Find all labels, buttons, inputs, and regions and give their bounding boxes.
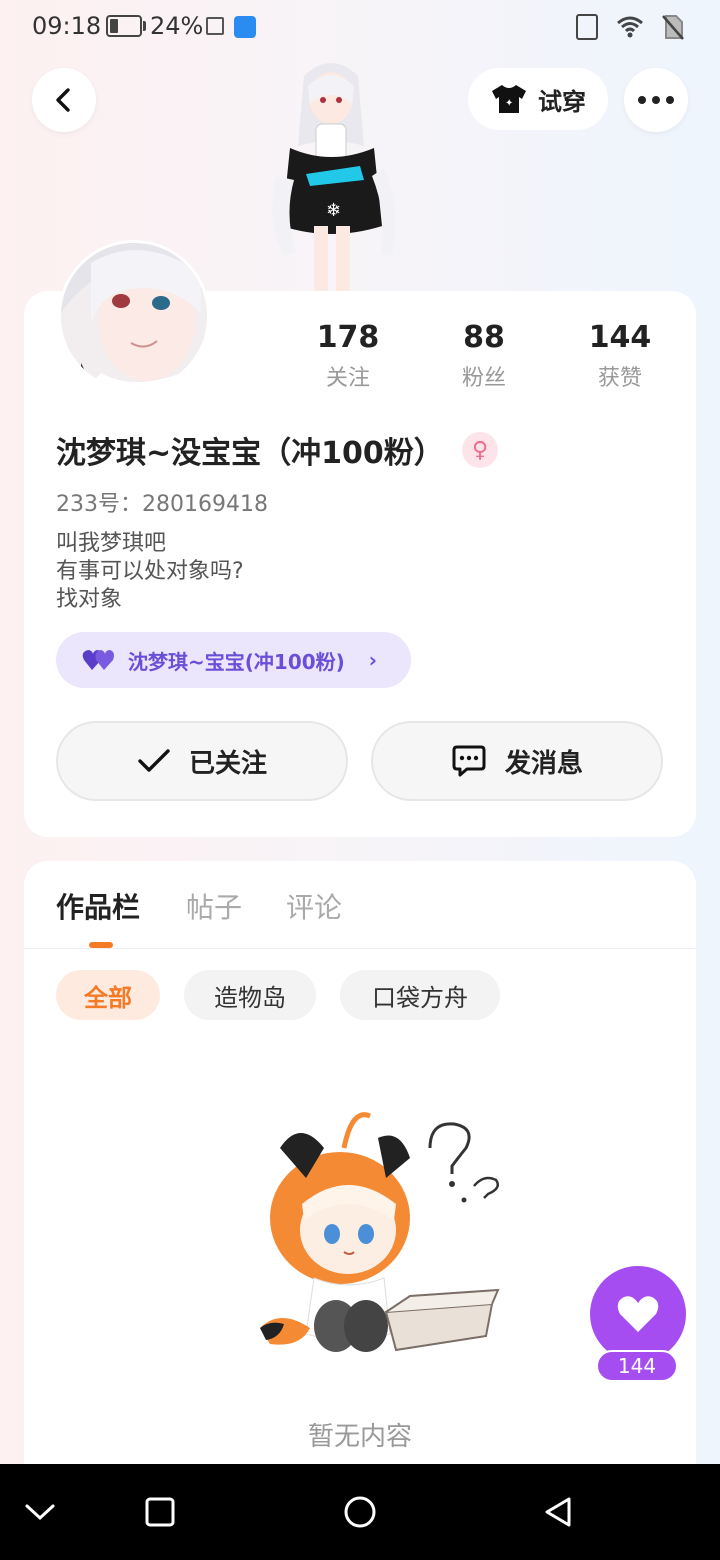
nav-home-button[interactable] <box>336 1488 384 1536</box>
try-on-label: 试穿 <box>538 87 586 116</box>
filter-chip-pocket-ark[interactable]: 口袋方舟 <box>340 970 500 1020</box>
status-bar: 09:18 24% <box>0 0 720 56</box>
more-options-button[interactable] <box>624 68 688 132</box>
heart-icon <box>617 1296 659 1332</box>
stat-fans[interactable]: 88 粉丝 <box>424 320 544 392</box>
bio-line: 找对象 <box>56 587 123 612</box>
try-on-button[interactable]: ✦ 试穿 <box>468 68 608 130</box>
fans-count: 88 <box>463 320 505 355</box>
back-arrow-icon <box>56 88 70 112</box>
followed-button[interactable]: 已关注 <box>56 721 348 801</box>
likes-label: 获赞 <box>597 366 642 391</box>
send-message-button[interactable]: 发消息 <box>371 721 663 801</box>
double-heart-icon <box>82 650 114 670</box>
send-message-label: 发消息 <box>504 748 583 779</box>
battery-tip <box>143 21 146 31</box>
tab-divider <box>24 948 696 949</box>
nav-back-icon <box>545 1497 571 1527</box>
following-label: 关注 <box>325 366 370 391</box>
no-sim-icon <box>662 15 684 40</box>
nav-recents-button[interactable] <box>136 1488 184 1536</box>
filter-chip-all[interactable]: 全部 <box>56 970 160 1020</box>
app-notification-icon <box>234 16 256 38</box>
fans-label: 粉丝 <box>461 366 506 391</box>
stat-following[interactable]: 178 关注 <box>288 320 408 392</box>
avatar-image <box>61 243 207 389</box>
more-dots-icon <box>638 96 674 104</box>
nav-hide-button[interactable] <box>16 1488 64 1536</box>
empty-state-text: 暂无内容 <box>307 1422 412 1452</box>
profile-uid[interactable]: 233号：280169418 <box>56 486 268 518</box>
fan-group-label: 沈梦琪~宝宝(冲100粉) <box>128 649 345 674</box>
battery-percent: 24% <box>150 12 204 40</box>
wifi-icon <box>617 16 643 38</box>
nav-home-icon <box>344 1496 376 1528</box>
nav-recents-icon <box>145 1497 175 1527</box>
tab-posts[interactable]: 帖子 <box>186 886 242 926</box>
profile-username: 沈梦琪~没宝宝（冲100粉） <box>56 436 444 471</box>
bio-line: 有事可以处对象吗? <box>56 559 244 584</box>
followed-label: 已关注 <box>188 748 267 779</box>
nav-back-button[interactable] <box>534 1488 582 1536</box>
battery-icon <box>106 15 142 37</box>
character-avatar-3d: ❄ <box>272 63 396 292</box>
bio-line: 叫我梦琪吧 <box>56 531 167 556</box>
stat-likes[interactable]: 144 获赞 <box>560 320 680 392</box>
following-count: 178 <box>316 320 380 355</box>
system-nav-bar <box>0 1464 720 1560</box>
back-button[interactable] <box>32 68 96 132</box>
tab-works[interactable]: 作品栏 <box>56 886 140 926</box>
profile-avatar[interactable] <box>58 240 210 392</box>
profile-bio: 叫我梦琪吧 有事可以处对象吗? 找对象 <box>56 530 244 614</box>
svg-text:❄: ❄ <box>326 200 341 221</box>
fan-group-link[interactable]: 沈梦琪~宝宝(冲100粉) › <box>56 632 411 688</box>
empty-state-illustration <box>260 1112 500 1352</box>
nav-hide-icon <box>25 1504 55 1521</box>
svg-text:✦: ✦ <box>505 98 513 109</box>
check-icon <box>138 749 170 772</box>
status-time: 09:18 <box>32 12 102 40</box>
screenshot-icon <box>206 17 224 35</box>
chat-bubble-icon <box>452 745 486 777</box>
likes-count: 144 <box>588 320 652 355</box>
filter-chip-creation-island[interactable]: 造物岛 <box>184 970 316 1020</box>
like-count-badge: 144 <box>596 1350 678 1382</box>
vibrate-icon <box>576 14 598 40</box>
status-right-icons <box>576 14 684 40</box>
tab-comments[interactable]: 评论 <box>286 886 342 926</box>
female-icon: ♀ <box>462 432 498 468</box>
tshirt-icon: ✦ <box>492 85 526 113</box>
chevron-right-icon: › <box>368 648 378 672</box>
like-fab-button[interactable] <box>590 1266 686 1362</box>
